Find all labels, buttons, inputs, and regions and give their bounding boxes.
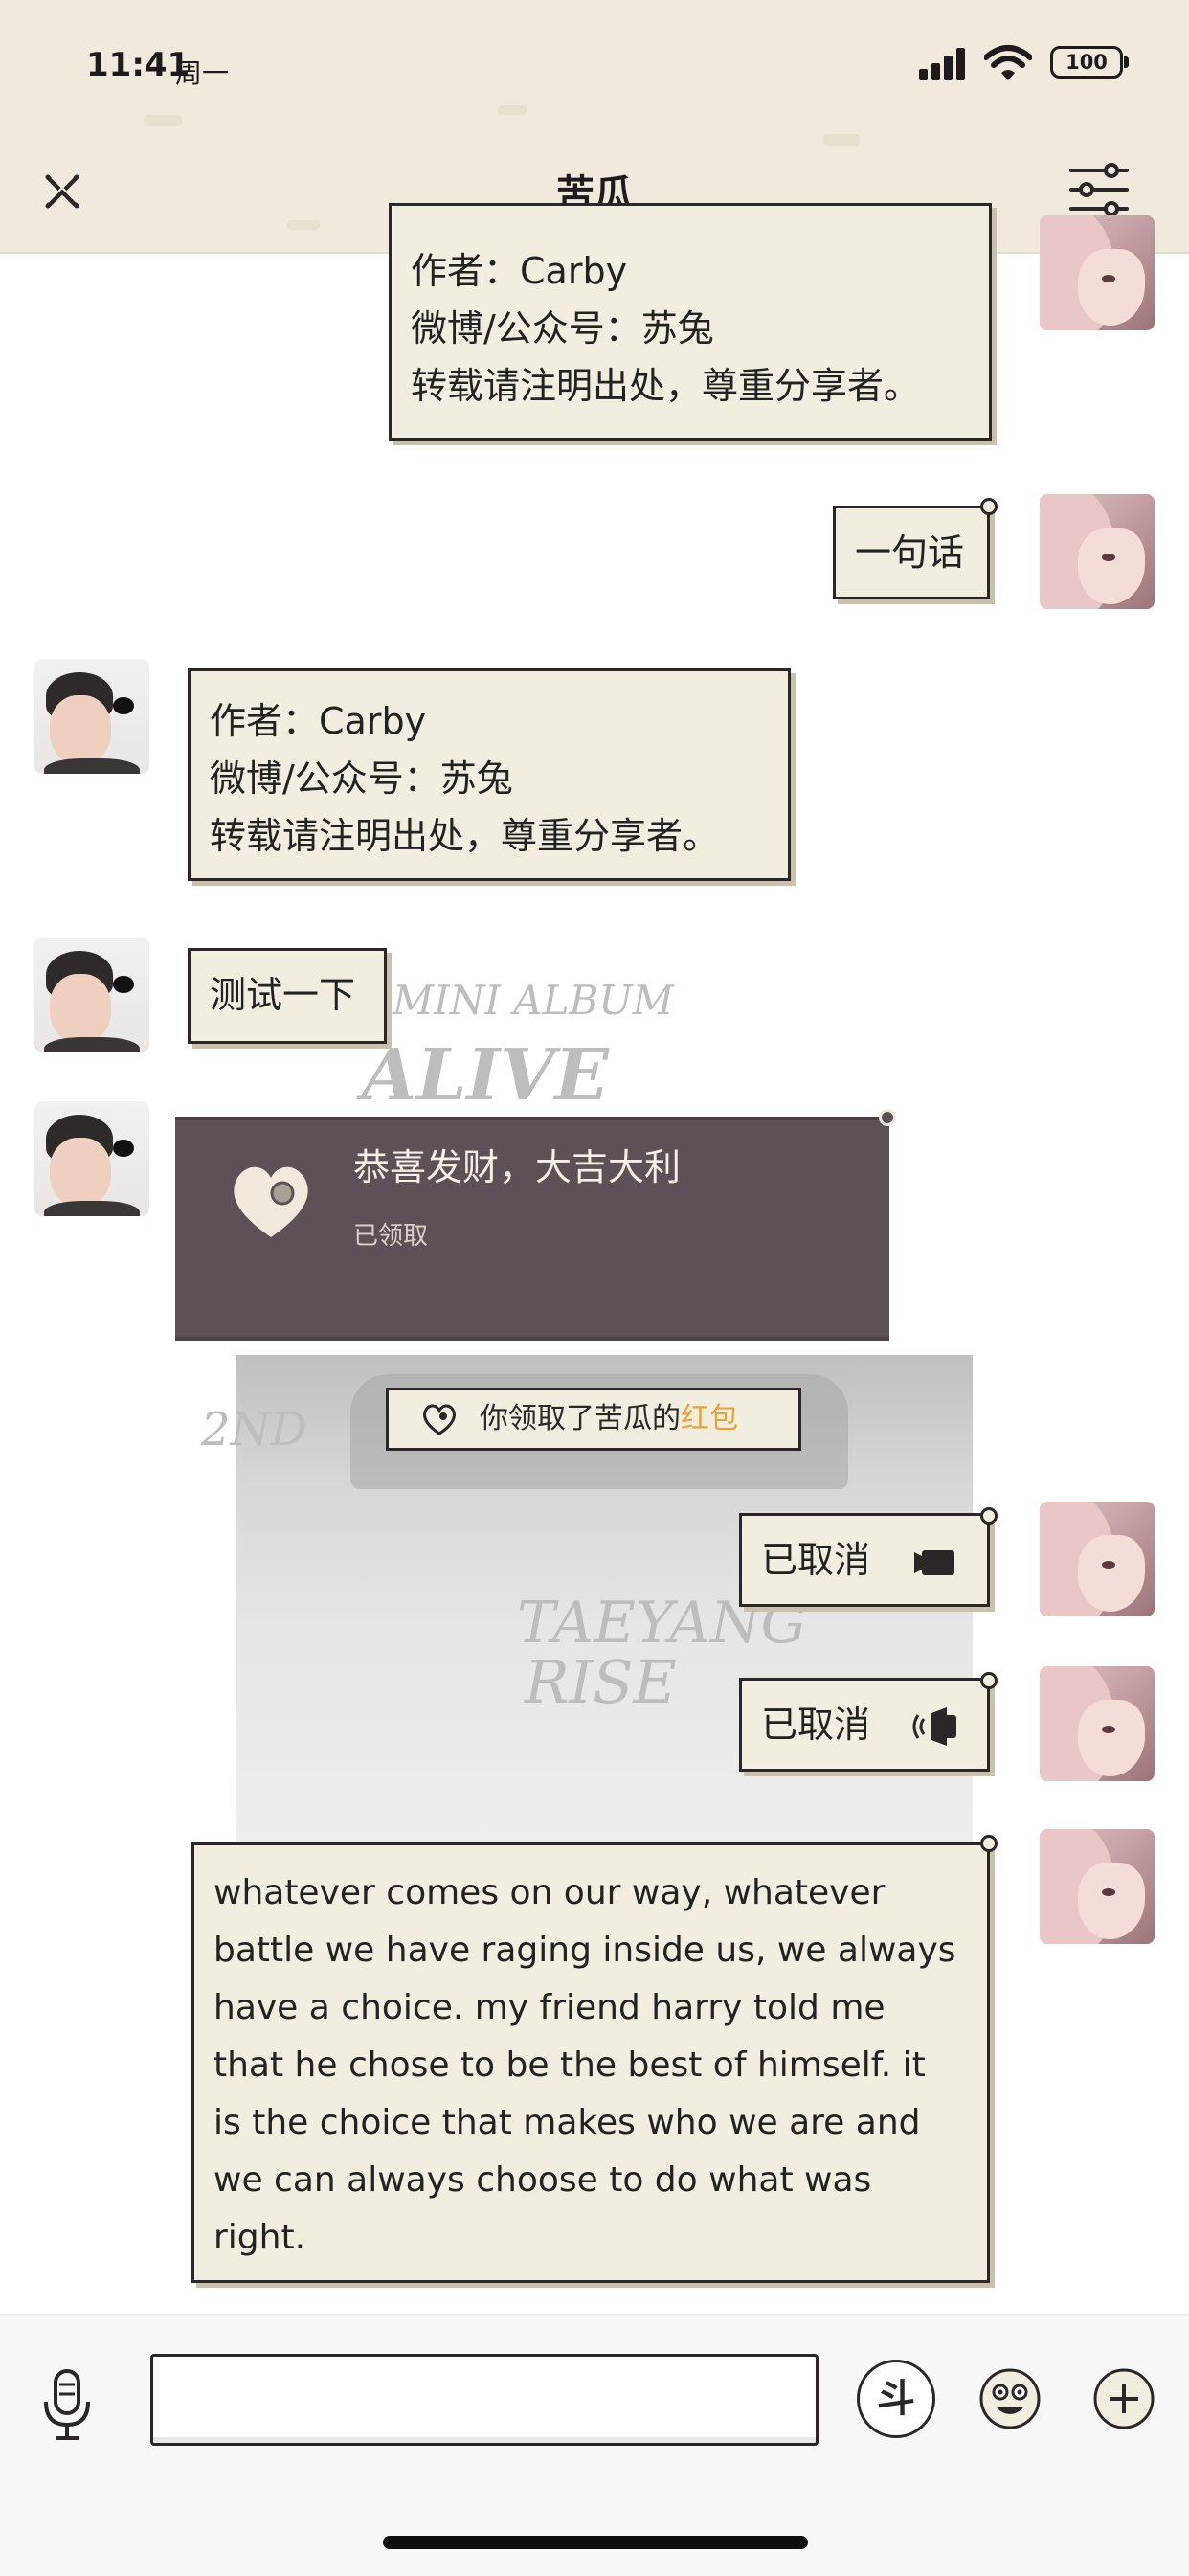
message-bubble[interactable]: whatever comes on our way, whatever batt… <box>191 1842 990 2283</box>
bubble-corner-decoration <box>980 498 998 515</box>
message-line: 转载请注明出处，尊重分享者。 <box>411 365 921 407</box>
input-bar: 斗 <box>0 2314 1189 2576</box>
bubble-corner-decoration <box>980 1835 998 1852</box>
bubble-corner-decoration <box>980 1672 998 1689</box>
emoji-icon[interactable] <box>971 2360 1049 2438</box>
status-time: 11:41 <box>86 46 191 84</box>
message-line: 一句话 <box>855 531 965 574</box>
avatar-self[interactable] <box>1040 1666 1155 1781</box>
plus-icon[interactable] <box>1085 2360 1163 2438</box>
cellular-signal-icon <box>919 48 967 80</box>
background-scribble: RISE <box>525 1647 677 1717</box>
system-notice-text: 你领取了苦瓜的 <box>480 1402 681 1435</box>
message-line: whatever comes on our way, whatever <box>213 1873 886 1912</box>
message-line: that he chose to be the best of himself.… <box>213 2045 926 2085</box>
microphone-icon[interactable] <box>38 2367 96 2444</box>
message-line: have a choice. my friend harry told me <box>213 1988 886 2027</box>
avatar-self[interactable] <box>1040 1502 1155 1616</box>
message-line: right. <box>213 2218 306 2257</box>
dou-button[interactable]: 斗 <box>857 2360 935 2438</box>
voice-call-icon <box>912 1707 956 1746</box>
header-texture <box>498 105 527 115</box>
bubble-corner-decoration <box>879 1109 896 1126</box>
message-line: battle we have raging inside us, we alwa… <box>213 1931 956 1970</box>
bubble-corner-decoration <box>980 1507 998 1525</box>
avatar-friend[interactable] <box>34 1101 149 1216</box>
red-packet-link[interactable]: 红包 <box>681 1402 738 1435</box>
avatar-self[interactable] <box>1040 1829 1155 1944</box>
avatar-friend[interactable] <box>34 938 149 1052</box>
message-bubble[interactable]: 测试一下 <box>188 948 387 1044</box>
system-notice: 你领取了苦瓜的红包 <box>386 1388 801 1451</box>
status-day: 周一 <box>175 57 230 89</box>
red-packet-title: 恭喜发财，大吉大利 <box>353 1146 682 1188</box>
red-packet-card[interactable]: 恭喜发财，大吉大利 已领取 <box>175 1117 889 1341</box>
avatar-self[interactable] <box>1040 494 1155 609</box>
message-line: 转载请注明出处，尊重分享者。 <box>210 815 720 857</box>
message-line: 微博/公众号：苏兔 <box>210 757 513 800</box>
message-input[interactable] <box>150 2354 819 2446</box>
message-line: is the choice that makes who we are and <box>213 2103 921 2142</box>
header-texture <box>823 134 860 146</box>
home-indicator[interactable] <box>383 2536 808 2549</box>
video-camera-icon <box>914 1550 954 1575</box>
background-scribble: MINI ALBUM <box>393 977 674 1024</box>
message-line: 作者：Carby <box>210 700 427 742</box>
avatar-self[interactable] <box>1040 215 1155 330</box>
header-texture <box>287 220 320 230</box>
red-packet-small-icon <box>423 1404 456 1435</box>
background-scribble: ALIVE <box>362 1034 609 1117</box>
battery-icon: 100 <box>1050 46 1129 79</box>
message-bubble[interactable]: 一句话 <box>833 506 990 599</box>
background-scribble: 2ND <box>201 1403 308 1457</box>
wifi-icon <box>984 45 1032 80</box>
call-bubble[interactable]: 已取消 <box>739 1513 990 1607</box>
message-line: 测试一下 <box>210 974 356 1016</box>
header-texture <box>144 115 182 126</box>
message-line: we can always choose to do what was <box>213 2160 872 2200</box>
message-bubble[interactable]: 作者：Carby 微博/公众号：苏兔 转载请注明出处，尊重分享者。 <box>389 203 992 441</box>
message-line: 作者：Carby <box>411 250 628 292</box>
avatar-friend[interactable] <box>34 659 149 774</box>
red-packet-status: 已领取 <box>353 1222 429 1251</box>
message-line: 微博/公众号：苏兔 <box>411 307 714 350</box>
call-bubble[interactable]: 已取消 <box>739 1678 990 1772</box>
sliders-icon[interactable] <box>1067 161 1131 218</box>
red-packet-heart-icon <box>234 1166 308 1237</box>
message-bubble[interactable]: 作者：Carby 微博/公众号：苏兔 转载请注明出处，尊重分享者。 <box>188 668 791 881</box>
